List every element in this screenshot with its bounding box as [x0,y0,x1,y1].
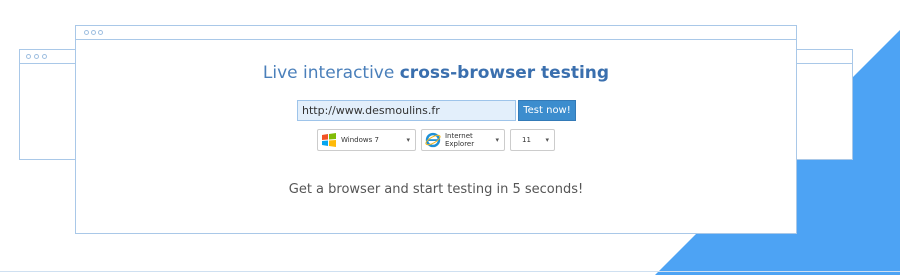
headline-prefix: Live interactive [262,63,395,83]
page-headline: Live interactive cross-browser testing [76,63,796,83]
window-dot-icon [26,54,31,59]
chevron-down-icon: ▾ [495,136,499,144]
windows-logo-icon [322,133,336,147]
window-titlebar [76,26,796,40]
chevron-down-icon: ▾ [545,136,549,144]
test-now-button[interactable]: Test now! [518,100,576,121]
window-dot-icon [84,30,89,35]
os-select[interactable]: Windows 7 ▾ [317,129,416,151]
window-dot-icon [34,54,39,59]
bottom-divider [0,271,900,272]
version-select-value: 11 [522,136,531,144]
headline-emphasis: cross-browser testing [399,63,610,83]
window-dot-icon [42,54,47,59]
window-dot-icon [98,30,103,35]
main-browser-window: Live interactive cross-browser testing T… [75,25,797,234]
internet-explorer-icon [425,132,441,148]
window-dot-icon [91,30,96,35]
os-select-value: Windows 7 [341,136,379,144]
browser-select[interactable]: Internet Explorer ▾ [421,129,505,151]
url-input[interactable] [297,100,516,121]
tagline: Get a browser and start testing in 5 sec… [288,182,584,197]
chevron-down-icon: ▾ [406,136,410,144]
version-select[interactable]: 11 ▾ [510,129,555,151]
